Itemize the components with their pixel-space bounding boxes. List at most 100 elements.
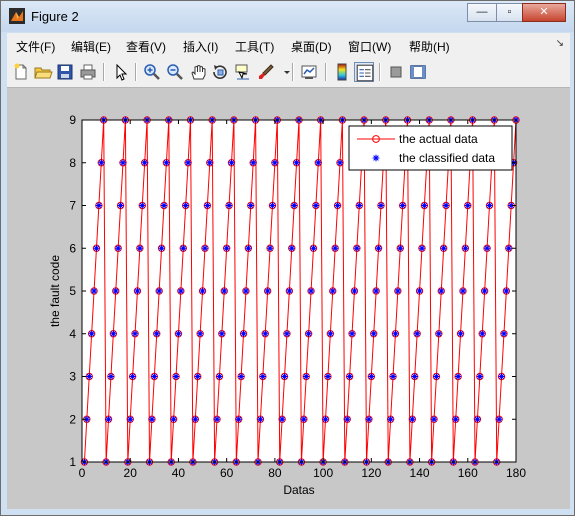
new-figure-icon[interactable] [11,62,31,82]
classified-data-point [158,245,165,252]
y-tick-label: 2 [69,412,76,426]
classified-data-point [98,159,105,166]
classified-data-point [334,202,341,209]
classified-data-point [160,202,168,209]
classified-data-point [221,287,228,295]
classified-data-point [356,202,363,209]
classified-data-point [114,245,122,252]
classified-data-point [247,202,254,209]
classified-data-point [290,202,298,209]
menu-help[interactable]: 帮助(H) [409,38,450,55]
menu-desktop[interactable]: 桌面(D) [291,38,332,55]
figure-window: Figure 2 — ▫ ✕ 文件(F) 编辑(E) 查看(V) 插入(I) 工… [0,0,575,516]
x-tick-label: 40 [172,466,186,480]
classified-data-point [442,202,450,209]
legend-classified-marker [372,154,380,162]
classified-data-point [201,245,209,252]
classified-data-point [483,245,491,252]
data-cursor-icon[interactable] [233,62,253,82]
menu-tools[interactable]: 工具(T) [235,38,274,55]
x-axis-label: Datas [283,483,314,497]
zoom-out-icon[interactable] [165,62,185,82]
y-tick-label: 1 [69,455,76,469]
x-tick-label: 120 [361,466,381,480]
toolbar-separator [103,63,105,81]
minimize-button[interactable]: — [467,3,497,22]
matlab-icon [9,8,25,24]
classified-data-point [223,245,230,252]
hide-plot-tools-icon[interactable] [386,62,406,82]
menu-edit[interactable]: 编辑(E) [71,38,111,55]
classified-data-point [440,245,447,252]
classified-data-point [245,245,252,252]
classified-data-point [139,202,146,209]
menu-dock-arrow-icon[interactable]: ↘ [556,38,564,49]
y-tick-label: 8 [69,156,76,170]
classified-data-point [204,202,211,209]
chart-plot: 0 20 40 60 80 100 120 140 160 180 1 2 3 4 5 6 7 8 9 Datas th… [48,113,526,497]
classified-data-point [119,159,127,166]
pan-hand-icon[interactable] [188,62,208,82]
x-tick-label: 100 [313,466,333,480]
y-tick-label: 5 [69,284,76,298]
close-button[interactable]: ✕ [522,3,566,22]
link-plot-icon[interactable] [299,62,319,82]
classified-data-point [399,202,406,209]
x-tick-label: 20 [124,466,138,480]
classified-data-point [418,245,426,252]
classified-data-point [184,159,192,166]
print-icon[interactable] [78,62,98,82]
y-tick-label: 6 [69,241,76,255]
y-axis-label: the fault code [48,255,62,327]
save-icon[interactable] [55,62,75,82]
classified-data-point [206,159,213,166]
figure-toolbar [7,57,570,88]
figure-canvas: 0 20 40 60 80 100 120 140 160 180 1 2 3 4 5 6 7 8 9 Datas th… [7,88,570,509]
classified-data-point [93,245,100,252]
toolbar-separator [135,63,137,81]
colorbar-icon[interactable] [332,62,352,82]
classified-data-point [293,159,300,166]
brush-icon[interactable] [256,62,276,82]
classified-data-point [163,159,170,166]
classified-data-point [95,202,103,209]
x-tick-label: 60 [220,466,234,480]
classified-data-point [315,159,322,166]
menu-insert[interactable]: 插入(I) [183,38,218,55]
window-title: Figure 2 [31,9,79,24]
classified-data-point [375,245,382,252]
menu-view[interactable]: 查看(V) [126,38,166,55]
y-tick-label: 9 [69,113,76,127]
legend-classified-label: the classified data [399,151,495,165]
zoom-in-icon[interactable] [142,62,162,82]
classified-data-point [153,330,160,337]
x-tick-label: 0 [79,466,86,480]
classified-data-point [117,202,124,209]
arrow-icon[interactable] [111,62,131,82]
x-tick-label: 160 [458,466,478,480]
maximize-button[interactable]: ▫ [496,3,523,22]
show-plot-tools-icon[interactable] [408,62,428,82]
legend-icon[interactable] [354,62,374,82]
brush-dropdown-icon[interactable] [277,62,290,82]
toolbar-separator [292,63,294,81]
classified-data-point [331,245,339,252]
menu-bar: 文件(F) 编辑(E) 查看(V) 插入(I) 工具(T) 桌面(D) 窗口(W… [7,33,570,57]
classified-data-point [464,202,471,209]
classified-data-point [249,159,257,166]
x-tick-label: 80 [268,466,282,480]
y-tick-label: 3 [69,370,76,384]
menu-file[interactable]: 文件(F) [16,38,55,55]
legend-actual-label: the actual data [399,132,478,146]
classified-data-point [228,159,235,166]
classified-data-point [141,159,148,166]
title-bar[interactable]: Figure 2 — ▫ ✕ [1,1,574,32]
open-file-icon[interactable] [33,62,53,82]
classified-data-point [266,245,274,252]
y-tick-label: 7 [69,199,76,213]
rotate-3d-icon[interactable] [210,62,230,82]
x-tick-label: 140 [410,466,430,480]
toolbar-separator [379,63,381,81]
x-tick-label: 180 [506,466,526,480]
menu-window[interactable]: 窗口(W) [348,38,391,55]
